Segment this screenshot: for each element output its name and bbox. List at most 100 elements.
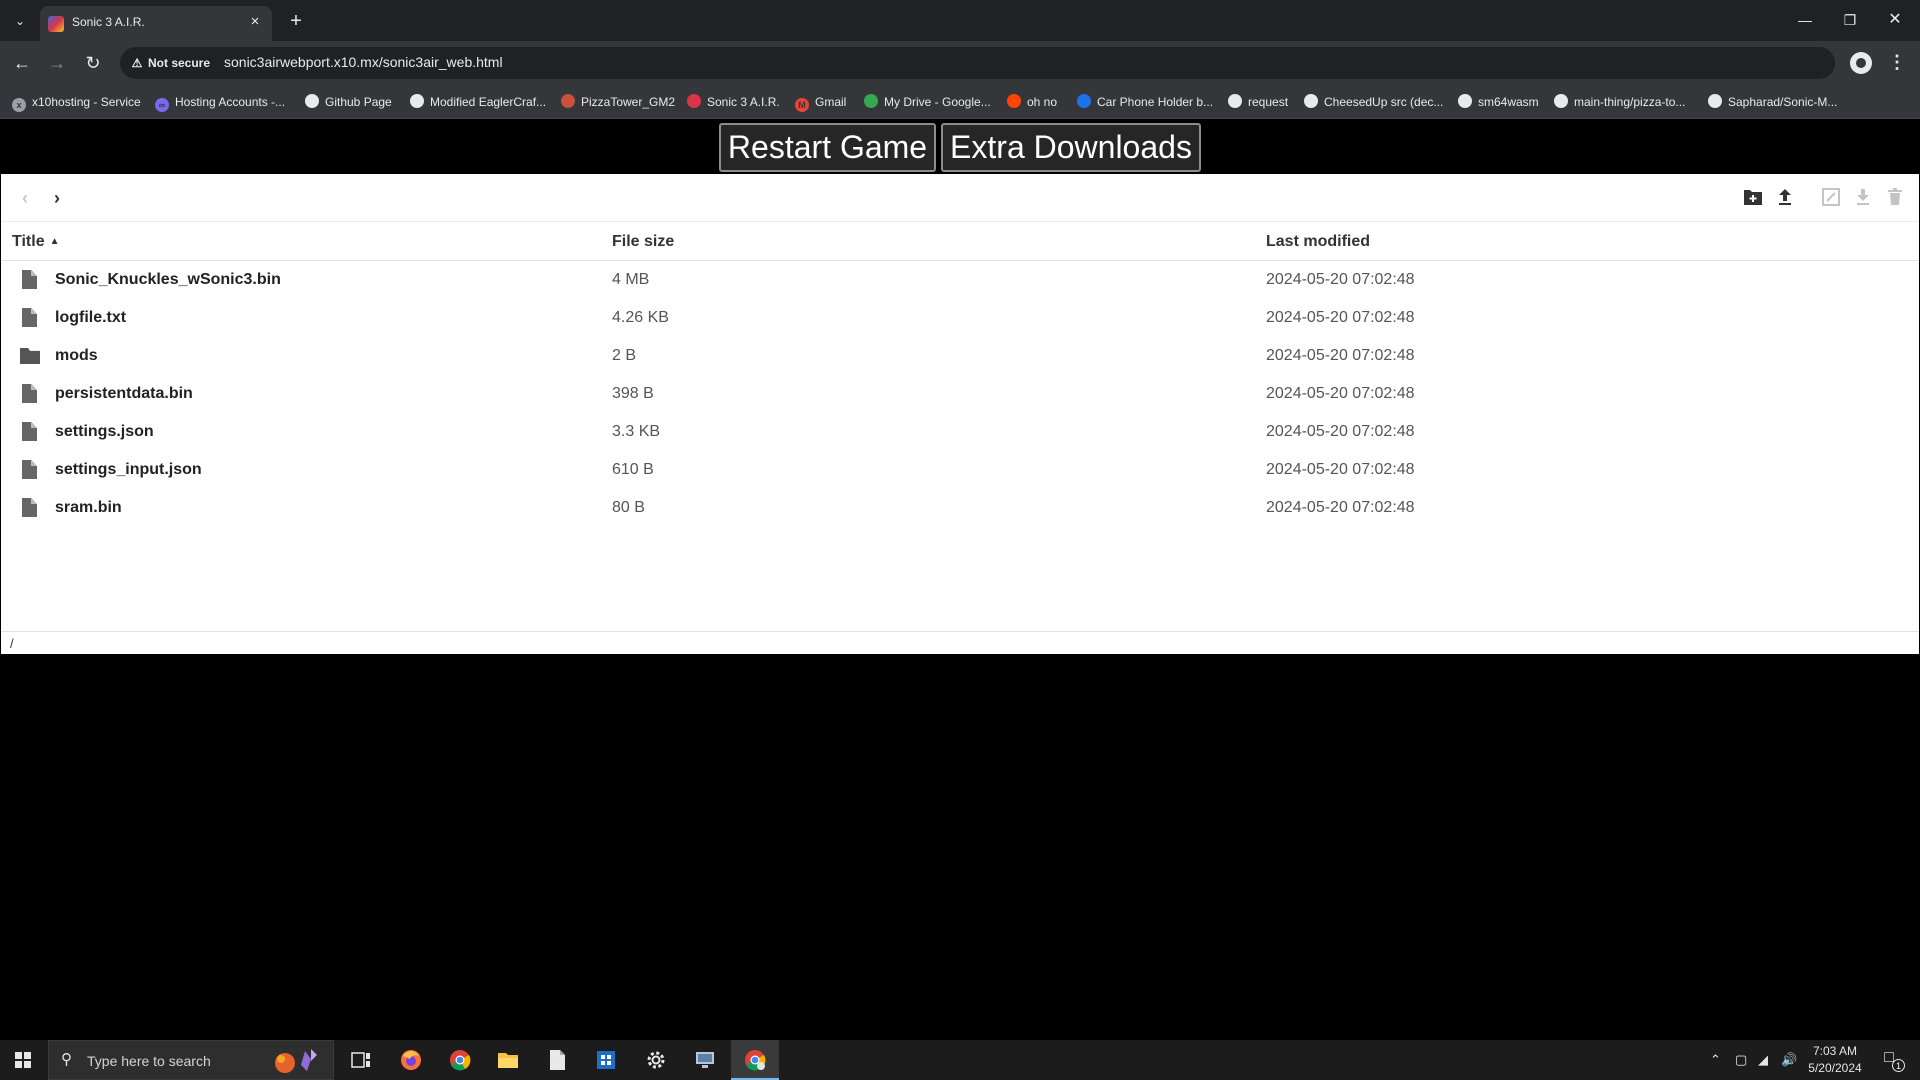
window-restore-button[interactable]: ❐ [1830,6,1870,34]
bookmark-label: Gmail [815,95,847,109]
file-list: Sonic_Knuckles_wSonic3.bin 4 MB 2024-05-20… [1,261,1919,527]
settings-icon[interactable] [632,1040,680,1080]
column-header-title[interactable]: Title ▲ [12,233,60,251]
forward-arrow-icon[interactable]: → [43,49,71,77]
file-row[interactable]: settings_input.json 610 B 2024-05-20 07:02… [1,451,1919,489]
reload-icon[interactable]: ↻ [79,49,107,77]
file-icon [20,384,38,404]
notification-count-badge: 1 [1892,1059,1905,1072]
bookmark-item[interactable]: M Gmail [795,93,847,112]
volume-icon[interactable]: 🔊 [1781,1052,1797,1068]
bookmark-item[interactable]: ∞ Hosting Accounts -... [155,93,286,112]
remote-desktop-icon[interactable] [681,1040,729,1080]
bookmark-label: CheesedUp src (dec... [1324,95,1444,109]
meet-now-icon[interactable]: ▢ [1735,1052,1747,1068]
delete-icon[interactable] [1884,188,1906,208]
file-name[interactable]: settings_input.json [55,461,202,479]
windows-logo-icon [15,1052,31,1068]
start-button[interactable] [0,1040,46,1080]
bookmark-item[interactable]: CheesedUp src (dec... [1304,93,1443,111]
tab-close-icon[interactable]: × [246,13,264,31]
browser-menu-icon[interactable]: ⋮ [1887,50,1907,76]
security-chip[interactable]: ⚠ Not secure [130,53,210,73]
game-button-bar: Restart Game Extra Downloads [0,120,1920,173]
window-minimize-button[interactable]: — [1785,6,1825,34]
file-modified: 2024-05-20 07:02:48 [1266,385,1415,402]
bookmark-label: request [1248,95,1289,109]
tab-search-chevron-icon[interactable]: ⌄ [8,10,32,32]
bookmark-item[interactable]: main-thing/pizza-to... [1554,93,1685,111]
file-modified: 2024-05-20 07:02:48 [1266,499,1415,516]
taskbar-search-box[interactable]: ⚲ Type here to search [48,1040,334,1080]
file-name[interactable]: settings.json [55,423,154,441]
bookmark-label: main-thing/pizza-to... [1574,95,1686,109]
bookmark-item[interactable]: Car Phone Holder b... [1077,93,1213,111]
chrome-icon[interactable] [436,1040,484,1080]
upload-icon[interactable] [1774,188,1796,208]
notification-center-icon[interactable]: □ 1 [1874,1049,1905,1073]
browser-tab-active[interactable]: Sonic 3 A.I.R. × [40,6,272,41]
file-size: 3.3 KB [612,423,661,440]
chrome-profile-icon[interactable] [731,1040,779,1080]
new-folder-icon[interactable] [1742,188,1764,208]
window-close-button[interactable]: ✕ [1875,6,1915,34]
bookmark-item[interactable]: My Drive - Google... [864,93,991,111]
bookmark-item[interactable]: Sonic 3 A.I.R. [687,93,780,111]
file-name[interactable]: Sonic_Knuckles_wSonic3.bin [55,271,281,289]
restart-game-button[interactable]: Restart Game [719,123,936,172]
file-icon [20,422,38,442]
file-name[interactable]: logfile.txt [55,309,126,327]
file-icon [20,308,38,328]
address-bar[interactable]: ⚠ Not secure sonic3airwebport.x10.mx/soni… [120,47,1835,79]
notepad-icon[interactable] [533,1040,581,1080]
file-size: 398 B [612,385,654,402]
sort-ascending-icon: ▲ [49,236,60,247]
store-icon[interactable] [582,1040,630,1080]
profile-avatar[interactable] [1850,52,1872,74]
bookmark-item[interactable]: sm64wasm [1458,93,1539,111]
show-hidden-icons-chevron-icon[interactable]: ⌃ [1710,1052,1721,1068]
bookmark-item[interactable]: Github Page [305,93,392,111]
network-icon[interactable]: ◢ [1758,1052,1768,1068]
bookmark-label: x10hosting - Service [32,95,141,109]
fm-forward-chevron-icon[interactable]: › [47,188,67,208]
bookmark-label: Sapharad/Sonic-M... [1728,95,1838,109]
firefox-icon[interactable] [387,1040,435,1080]
bookmark-label: Hosting Accounts -... [175,95,286,109]
file-size: 2 B [612,347,637,364]
file-row[interactable]: Sonic_Knuckles_wSonic3.bin 4 MB 2024-05-20… [1,261,1919,299]
bookmark-item[interactable]: request [1228,93,1288,111]
bookmark-label: PizzaTower_GM2 [581,95,676,109]
file-row[interactable]: settings.json 3.3 KB 2024-05-20 07:02:48 [1,413,1919,451]
task-view-icon[interactable] [337,1040,385,1080]
bookmark-item[interactable]: PizzaTower_GM2 [561,93,675,111]
rename-icon[interactable] [1820,188,1842,208]
file-row[interactable]: sram.bin 80 B 2024-05-20 07:02:48 [1,489,1919,527]
security-label: Not secure [148,56,211,70]
file-row[interactable]: persistentdata.bin 398 B 2024-05-20 07:02:… [1,375,1919,413]
x10-icon: x [12,98,26,112]
column-header-modified[interactable]: Last modified [1266,233,1370,251]
url-text[interactable]: sonic3airwebport.x10.mx/sonic3air_web.ht… [224,54,503,70]
file-row[interactable]: logfile.txt 4.26 KB 2024-05-20 07:02:48 [1,299,1919,337]
file-modified: 2024-05-20 07:02:48 [1266,347,1415,364]
column-header-size[interactable]: File size [612,233,674,251]
back-arrow-icon[interactable]: ← [8,49,36,77]
file-modified: 2024-05-20 07:02:48 [1266,309,1415,326]
download-icon[interactable] [1852,188,1874,208]
new-tab-button[interactable]: + [282,8,310,36]
bookmark-item[interactable]: x x10hosting - Service [12,93,141,112]
file-row[interactable]: mods 2 B 2024-05-20 07:02:48 [1,337,1919,375]
bookmark-item[interactable]: Modified EaglerCraf... [410,93,546,111]
fm-back-chevron-icon[interactable]: ‹ [15,188,35,208]
bookmark-item[interactable]: Sapharad/Sonic-M... [1708,93,1837,111]
file-explorer-icon[interactable] [484,1040,532,1080]
file-name[interactable]: mods [55,347,98,365]
file-name[interactable]: sram.bin [55,499,122,517]
extra-downloads-button[interactable]: Extra Downloads [941,123,1201,172]
file-name[interactable]: persistentdata.bin [55,385,193,403]
bookmark-item[interactable]: oh no [1007,93,1057,111]
file-size: 80 B [612,499,645,516]
file-table-header: Title ▲ File size Last modified [1,222,1919,261]
taskbar-clock[interactable]: 7:03 AM 5/20/2024 [1800,1043,1870,1077]
